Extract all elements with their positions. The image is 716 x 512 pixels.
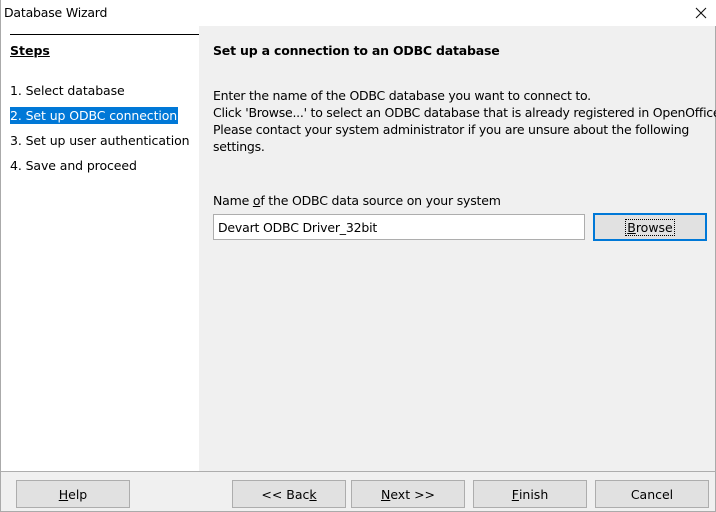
description: Enter the name of the ODBC database you … (213, 87, 716, 155)
finish-button[interactable]: Finish (473, 480, 587, 508)
datasource-input[interactable] (213, 214, 585, 240)
next-button[interactable]: Next >> (351, 480, 465, 508)
title-bar: Database Wizard (1, 0, 716, 26)
step-setup-user-authentication[interactable]: 3. Set up user authentication (10, 132, 190, 149)
step-setup-odbc-connection[interactable]: 2. Set up ODBC connection (10, 107, 179, 124)
description-line: Click 'Browse...' to select an ODBC data… (213, 105, 716, 120)
steps-title: Steps (10, 43, 50, 58)
step-save-and-proceed[interactable]: 4. Save and proceed (10, 157, 137, 174)
database-wizard-window: Database Wizard Steps 1. Select database… (0, 0, 716, 512)
browse-button[interactable]: Browse (593, 213, 707, 241)
close-icon[interactable] (690, 2, 712, 24)
label-text: << Bac (261, 486, 310, 502)
sidebar-divider (10, 34, 199, 35)
mnemonic: N (380, 486, 391, 502)
label-text: ext >> (390, 486, 436, 502)
page-heading: Set up a connection to an ODBC database (213, 43, 500, 58)
datasource-label: Name of the ODBC data source on your sys… (213, 193, 501, 208)
description-line: settings. (213, 139, 265, 154)
mnemonic: k (309, 486, 317, 502)
step-select-database[interactable]: 1. Select database (10, 82, 125, 99)
back-button[interactable]: << Bac k (232, 480, 346, 508)
label-text: rowse (635, 219, 673, 235)
steps-sidebar: Steps 1. Select database 2. Set up ODBC … (1, 26, 199, 471)
label-text: Name (213, 193, 253, 208)
window-title: Database Wizard (4, 5, 108, 20)
description-line: Please contact your system administrator… (213, 122, 690, 137)
browse-label: Browse (625, 218, 675, 236)
label-text: elp (68, 486, 88, 502)
mnemonic: F (511, 486, 519, 502)
mnemonic: B (627, 219, 636, 235)
cancel-button[interactable]: Cancel (595, 480, 709, 508)
label-text: f the ODBC data source on your system (260, 193, 501, 208)
label-text: inish (518, 486, 549, 502)
description-line: Enter the name of the ODBC database you … (213, 88, 591, 103)
footer-separator (1, 471, 716, 472)
mnemonic: H (58, 486, 69, 502)
wizard-content: Set up a connection to an ODBC database … (199, 26, 716, 471)
help-button[interactable]: Help (16, 480, 130, 508)
